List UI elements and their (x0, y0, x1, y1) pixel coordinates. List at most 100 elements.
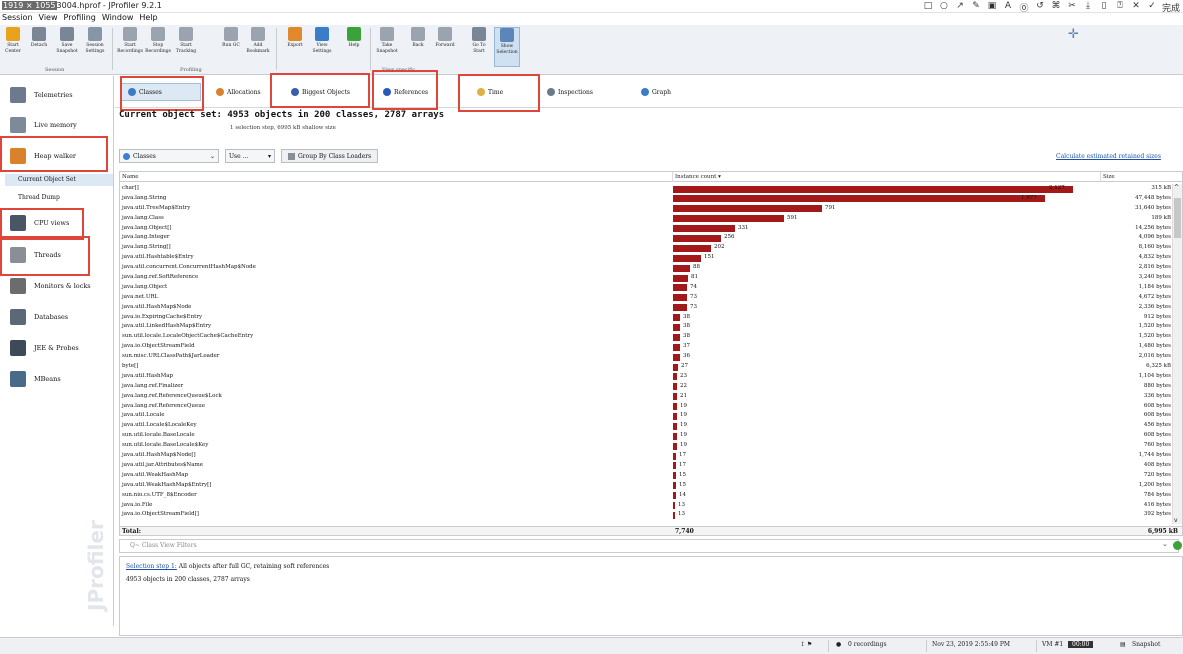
menu-session[interactable]: Session (2, 13, 33, 25)
column-header-size[interactable]: Size (1101, 172, 1182, 182)
sidebar-item-live-memory[interactable]: Live memory (0, 111, 114, 139)
tab-graph[interactable]: Graph (641, 83, 671, 101)
table-row[interactable]: java.util.WeakHashMap$Entry[] 15 1,200 byt… (120, 481, 1172, 491)
export-button[interactable]: Export (282, 27, 308, 67)
table-row[interactable]: byte[] 27 6,325 kB (120, 362, 1172, 372)
take-snapshot-button[interactable]: Take Snapshot (374, 27, 400, 67)
show-selection-button[interactable]: Show Selection (494, 27, 520, 67)
table-row[interactable]: java.util.Hashtable$Entry 151 4,832 bytes (120, 253, 1172, 263)
table-row[interactable]: sun.misc.URLClassPath$JarLoader 36 2,016 b… (120, 352, 1172, 362)
menu-view[interactable]: View (39, 13, 58, 25)
menu-help[interactable]: Help (139, 13, 157, 25)
column-header-instance-count[interactable]: Instance count ▾ (673, 172, 1101, 182)
aggregation-level-dropdown[interactable]: Classes ⌄ (119, 149, 219, 163)
start-center-button[interactable]: Start Center (0, 27, 26, 67)
table-row[interactable]: java.lang.Object 74 1,184 bytes (120, 283, 1172, 293)
menu-window[interactable]: Window (102, 13, 134, 25)
go-to-start-button[interactable]: Go To Start (466, 27, 492, 67)
add-bookmark-button[interactable]: Add Bookmark (245, 27, 271, 67)
sidebar-item-telemetries[interactable]: Telemetries (0, 81, 114, 109)
sidebar-item-mbeans[interactable]: MBeans (0, 365, 114, 393)
table-row[interactable]: char[] 2,127 315 kB (120, 184, 1172, 194)
table-row[interactable]: java.util.HashMap$Node[] 17 1,744 bytes (120, 451, 1172, 461)
session-settings-button[interactable]: Session Settings (82, 27, 108, 67)
tab-classes[interactable]: Classes (121, 83, 201, 101)
scroll-down-arrow-icon[interactable]: v (1174, 517, 1178, 524)
tab-time[interactable]: Time (477, 83, 503, 101)
table-row[interactable]: java.util.HashMap$Node 73 2,336 bytes (120, 303, 1172, 313)
tab-biggest-objects[interactable]: Biggest Objects (291, 83, 350, 101)
table-row[interactable]: java.lang.ref.ReferenceQueue$Lock 21 336 b… (120, 392, 1172, 402)
table-row[interactable]: java.io.File 13 416 bytes (120, 501, 1172, 511)
table-row[interactable]: java.lang.Class 591 189 kB (120, 214, 1172, 224)
calculate-retained-sizes-link[interactable]: Calculate estimated retained sizes (1056, 153, 1161, 160)
classes-icon (123, 152, 130, 160)
tab-references[interactable]: References (383, 83, 428, 101)
use-dropdown[interactable]: Use ... ▾ (225, 149, 275, 163)
size-cell: 1,104 bytes (1138, 372, 1171, 379)
table-row[interactable]: java.lang.ref.Finalizer 22 880 bytes (120, 382, 1172, 392)
table-row[interactable]: java.io.ExpiringCache$Entry 38 912 bytes (120, 313, 1172, 323)
sidebar-item-jee-probes[interactable]: JEE & Probes (0, 334, 114, 362)
table-row[interactable]: java.net.URL 73 4,672 bytes (120, 293, 1172, 303)
table-row[interactable]: java.util.TreeMap$Entry 791 31,640 bytes (120, 204, 1172, 214)
start-recordings-button[interactable]: Start Recordings (117, 27, 143, 67)
view-settings-button[interactable]: View Settings (309, 27, 335, 67)
sidebar-item-databases[interactable]: Databases (0, 303, 114, 331)
scrollbar-thumb[interactable] (1174, 198, 1181, 238)
table-row[interactable]: java.io.ObjectStreamField[] 13 392 bytes (120, 510, 1172, 520)
table-row[interactable]: java.lang.ref.ReferenceQueue 19 608 bytes (120, 402, 1172, 412)
table-row[interactable]: java.io.ObjectStreamField 37 1,480 bytes (120, 342, 1172, 352)
selection-step-link[interactable]: Selection step 1: (126, 563, 177, 570)
scroll-up-arrow-icon[interactable]: ^ (1174, 184, 1179, 191)
save-snapshot-icon (60, 27, 74, 41)
table-row[interactable]: java.util.jar.Attributes$Name 17 408 bytes (120, 461, 1172, 471)
recording-flag-icons[interactable]: ↕ ⚑ (800, 641, 812, 648)
forward-button[interactable]: Forward (432, 27, 458, 67)
start-tracking-button[interactable]: Start Tracking (173, 27, 199, 67)
table-row[interactable]: java.util.concurrent.ConcurrentHashMap$N… (120, 263, 1172, 273)
table-row[interactable]: java.lang.Object[] 331 14,256 bytes (120, 224, 1172, 234)
table-row[interactable]: java.util.WeakHashMap 15 720 bytes (120, 471, 1172, 481)
class-name-cell: sun.util.locale.BaseLocale (122, 432, 195, 439)
table-row[interactable]: java.lang.Integer 256 4,096 bytes (120, 233, 1172, 243)
help-button[interactable]: Help (341, 27, 367, 67)
sidebar-subitem-thread-dump[interactable]: Thread Dump (5, 192, 113, 204)
table-row[interactable]: sun.util.locale.BaseLocale$Key 19 760 byte… (120, 441, 1172, 451)
menu-profiling[interactable]: Profiling (64, 13, 96, 25)
group-by-class-loaders-button[interactable]: Group By Class Loaders (281, 149, 379, 163)
filter-options-chevron-icon[interactable]: ⌄ (1162, 540, 1168, 548)
table-row[interactable]: sun.util.locale.LocaleObjectCache$CacheE… (120, 332, 1172, 342)
sidebar-item-heap-walker[interactable]: Heap walker (0, 142, 114, 170)
table-row[interactable]: sun.nio.cs.UTF_8$Encoder 14 784 bytes (120, 491, 1172, 501)
tab-allocations[interactable]: Allocations (216, 83, 261, 101)
table-row[interactable]: java.util.Locale$LocaleKey 19 456 bytes (120, 421, 1172, 431)
table-row[interactable]: sun.util.locale.BaseLocale 19 608 bytes (120, 431, 1172, 441)
instance-count-bar (673, 383, 677, 391)
instance-count-bar (673, 492, 676, 500)
sidebar-item-monitors-locks[interactable]: Monitors & locks (0, 272, 114, 300)
help-icon[interactable] (1173, 541, 1182, 550)
back-button[interactable]: Back (405, 27, 431, 67)
table-row[interactable]: java.util.Locale 19 608 bytes (120, 411, 1172, 421)
sidebar-item-cpu-views[interactable]: CPU views (0, 209, 114, 237)
save-snapshot-button[interactable]: Save Snapshot (54, 27, 80, 67)
table-row[interactable]: java.util.HashMap 23 1,104 bytes (120, 372, 1172, 382)
table-row[interactable]: java.lang.String[] 202 8,160 bytes (120, 243, 1172, 253)
column-header-name[interactable]: Name (120, 172, 673, 182)
stop-recordings-button[interactable]: Stop Recordings (145, 27, 171, 67)
video-play-overlay[interactable] (1088, 560, 1152, 612)
sidebar-item-threads[interactable]: Threads (0, 241, 114, 269)
table-row[interactable]: java.lang.ref.SoftReference 81 3,240 bytes (120, 273, 1172, 283)
tab-inspections[interactable]: Inspections (547, 83, 593, 101)
detach-button[interactable]: Detach (26, 27, 52, 67)
sidebar-subitem-current-object-set[interactable]: Current Object Set (5, 174, 113, 186)
table-row[interactable]: java.lang.String 1,977 47,448 bytes (120, 194, 1172, 204)
forward-icon (438, 27, 452, 41)
live-memory-icon (10, 117, 26, 133)
table-vertical-scrollbar[interactable]: ^ v (1172, 184, 1182, 524)
run-gc-button[interactable]: Run GC (218, 27, 244, 67)
class-view-filter-input[interactable]: Q~ Class View Filters (119, 539, 1179, 553)
class-name-cell: sun.nio.cs.UTF_8$Encoder (122, 491, 197, 498)
table-row[interactable]: java.util.LinkedHashMap$Entry 38 1,520 byt… (120, 322, 1172, 332)
